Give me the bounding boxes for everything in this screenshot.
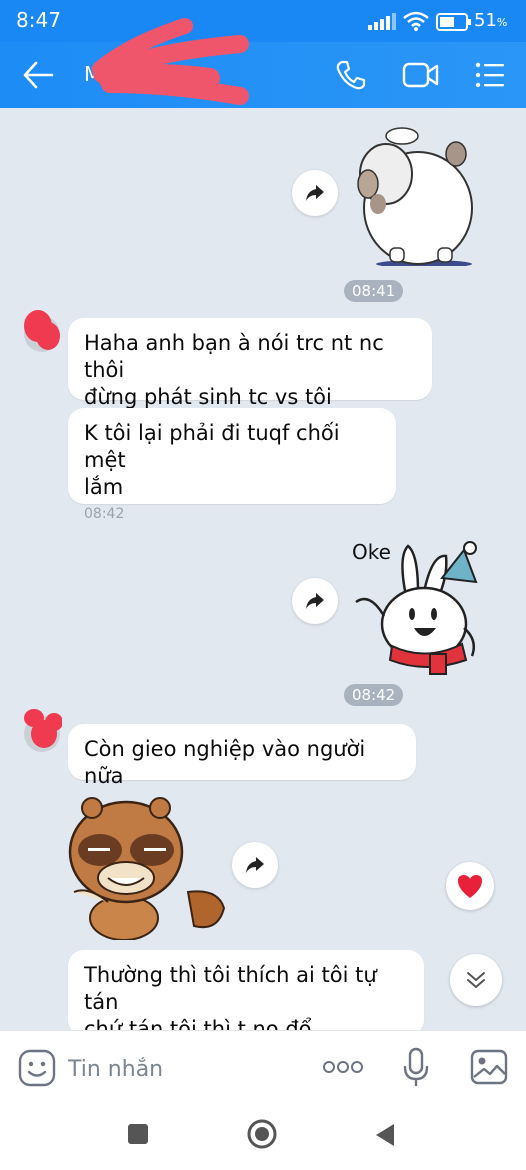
mic-icon[interactable] — [402, 1047, 430, 1087]
message-bubble-received[interactable]: Thường thì tôi thích ai tôi tự tán chứ t… — [68, 950, 424, 1030]
contact-avatar[interactable] — [18, 708, 62, 752]
message-text: lắm — [84, 475, 124, 499]
forward-button[interactable] — [232, 842, 278, 888]
nav-home-icon[interactable] — [246, 1118, 278, 1150]
message-bubble-received[interactable]: Còn gieo nghiệp vào người nữa — [68, 724, 416, 788]
phone-icon[interactable] — [334, 58, 368, 92]
contact-avatar[interactable] — [18, 308, 62, 352]
chat-area[interactable]: 08:41 Haha anh bạn à nói trc nt nc thôi … — [0, 108, 526, 1030]
forward-icon — [306, 185, 324, 201]
nav-recents-icon[interactable] — [126, 1122, 150, 1146]
forward-icon — [246, 857, 264, 873]
tanuki-sticker[interactable] — [68, 792, 228, 940]
battery-percentage: 51% — [474, 10, 508, 31]
scroll-to-bottom-button[interactable] — [450, 954, 502, 1006]
status-time: 8:47 — [16, 8, 61, 32]
message-text: Thường thì tôi thích ai tôi tự tán — [84, 963, 377, 1014]
system-nav-bar — [0, 1104, 526, 1170]
oke-bunny-sticker[interactable]: Oke — [346, 536, 486, 676]
message-input-bar — [0, 1030, 526, 1105]
timestamp-pill: 08:41 — [344, 280, 404, 302]
image-icon[interactable] — [470, 1049, 508, 1085]
status-bar: 8:47 51% — [0, 0, 526, 42]
message-input[interactable] — [66, 1051, 310, 1087]
heart-icon — [458, 875, 482, 898]
message-text: đừng phát sinh tc vs tôi — [84, 385, 332, 409]
react-heart-button[interactable] — [446, 862, 494, 910]
message-text: Còn gieo nghiệp vào người nữa — [84, 737, 366, 788]
battery-icon — [436, 13, 471, 31]
forward-button[interactable] — [292, 578, 338, 624]
nav-back-icon[interactable] — [374, 1122, 396, 1148]
message-bubble-received[interactable]: Haha anh bạn à nói trc nt nc thôi đừng p… — [68, 318, 432, 409]
more-dots-icon[interactable] — [322, 1059, 364, 1075]
message-text: Haha anh bạn à nói trc nt nc thôi — [84, 331, 384, 382]
emoji-icon[interactable] — [18, 1049, 56, 1087]
signal-icon — [368, 13, 396, 30]
forward-button[interactable] — [292, 170, 338, 216]
message-text: chứ tán tôi thì t no đổ — [84, 1017, 312, 1030]
message-text: K tôi lại phải đi tuqf chối mệt — [84, 421, 340, 472]
timestamp-pill: 08:42 — [344, 684, 404, 706]
forward-icon — [306, 593, 324, 609]
dog-sticker[interactable] — [346, 124, 478, 266]
video-icon[interactable] — [402, 60, 440, 90]
chat-header: M n — [0, 18, 526, 108]
menu-icon[interactable] — [474, 60, 506, 90]
wifi-icon — [403, 11, 429, 31]
message-time: 08:42 — [84, 506, 125, 522]
back-arrow-icon[interactable] — [22, 60, 54, 90]
chevron-double-down-icon — [467, 972, 485, 988]
message-bubble-received[interactable]: K tôi lại phải đi tuqf chối mệt lắm 08:4… — [68, 408, 396, 522]
